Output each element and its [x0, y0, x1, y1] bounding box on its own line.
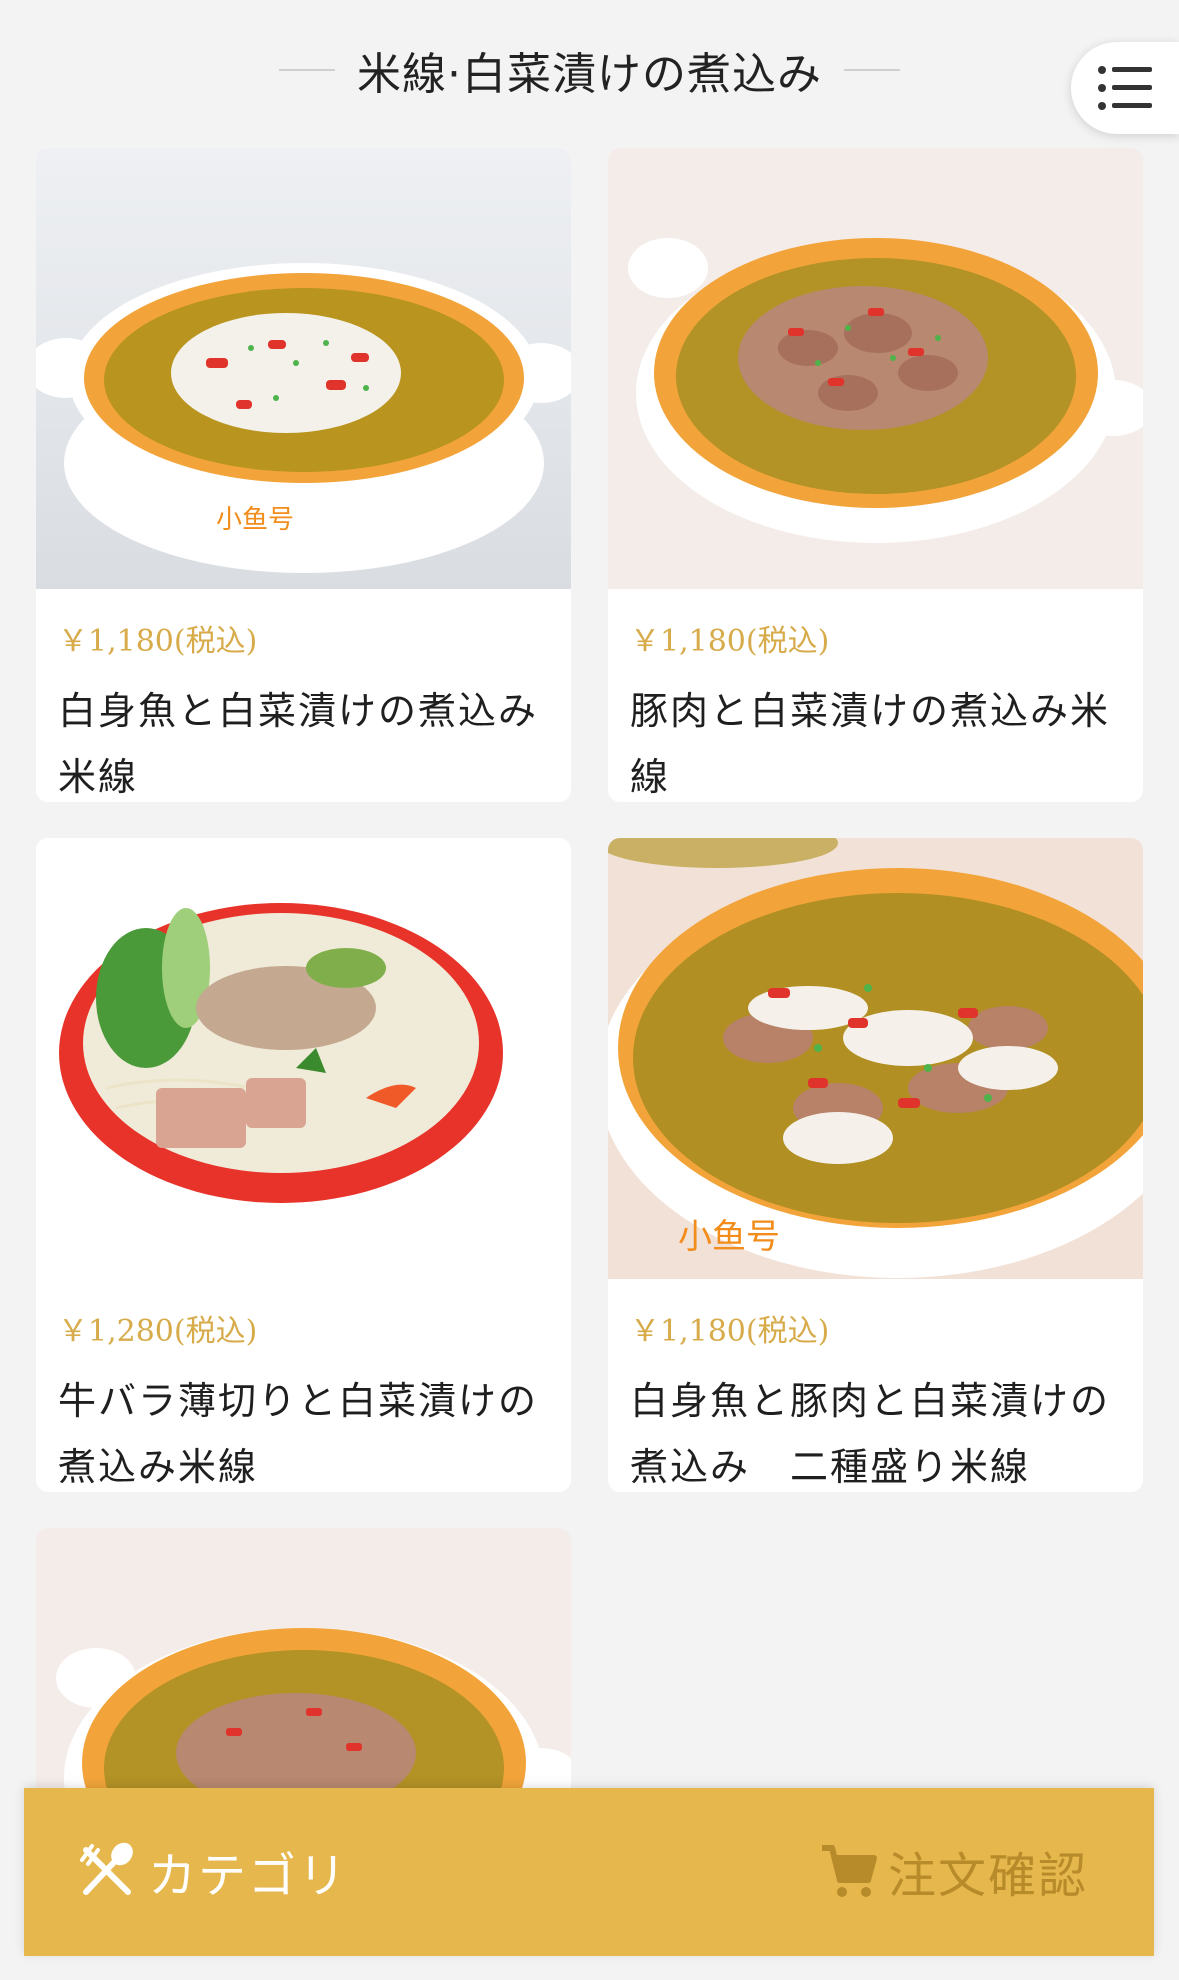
product-name: 豚肉と白菜漬けの煮込み米線: [630, 689, 1111, 799]
product-card[interactable]: ￥1,180(税込) 豚肉と白菜漬けの煮込み米線: [608, 148, 1143, 802]
menu-button[interactable]: [1071, 42, 1179, 134]
price-label: ￥1,180(税込): [630, 1314, 830, 1349]
list-menu-icon: [1098, 66, 1152, 110]
beef-noodle-red-bowl-image: [36, 838, 571, 1279]
price-label: ￥1,180(税込): [630, 624, 830, 659]
product-name: 白身魚と豚肉と白菜漬けの煮込み 二種盛り米線: [630, 1379, 1111, 1489]
order-confirm-button[interactable]: 注文確認: [818, 1836, 1088, 1906]
category-button[interactable]: カテゴリ: [76, 1836, 348, 1906]
title-divider-left: [279, 69, 335, 71]
svg-text:小鱼号: 小鱼号: [216, 505, 294, 535]
bottom-bar: カテゴリ 注文確認: [24, 1788, 1154, 1956]
title-wrap: 米線·白菜漬けの煮込み: [0, 38, 1179, 102]
price-label: ￥1,180(税込): [58, 624, 258, 659]
cart-icon: [821, 1845, 877, 1897]
fish-pork-noodle-bowl-image: 小鱼号: [608, 838, 1143, 1279]
pork-noodle-bowl-image: [608, 148, 1143, 589]
order-confirm-label: 注文確認: [887, 1848, 1088, 1904]
product-card[interactable]: ￥1,280(税込) 牛バラ薄切りと白菜漬けの煮込み米線: [36, 838, 571, 1492]
price-label: ￥1,280(税込): [58, 1314, 258, 1349]
product-card[interactable]: 小鱼号 ￥1,180(税込) 白身魚と白菜漬けの煮込み米線: [36, 148, 571, 802]
category-label: カテゴリ: [148, 1848, 349, 1904]
svg-text:小鱼号: 小鱼号: [678, 1217, 780, 1257]
page-header: 米線·白菜漬けの煮込み: [0, 0, 1179, 150]
product-name: 牛バラ薄切りと白菜漬けの煮込み米線: [58, 1379, 539, 1489]
product-card[interactable]: 小鱼号 ￥1,180(税込) 白身魚と豚肉と白菜漬けの煮込み 二種盛り米線: [608, 838, 1143, 1492]
white-fish-noodle-bowl-image: 小鱼号: [36, 148, 571, 589]
title-divider-right: [844, 69, 900, 71]
page-title: 米線·白菜漬けの煮込み: [357, 49, 822, 100]
fork-knife-icon: [80, 1842, 133, 1895]
product-name: 白身魚と白菜漬けの煮込み米線: [58, 689, 539, 799]
